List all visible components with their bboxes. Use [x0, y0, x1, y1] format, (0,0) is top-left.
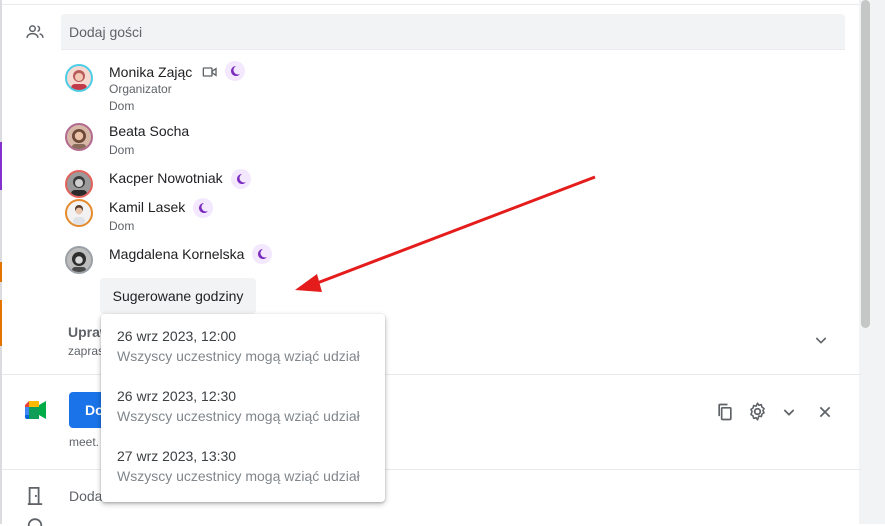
left-edge-mark: [0, 262, 2, 282]
suggested-times-button[interactable]: Sugerowane godziny: [100, 278, 256, 314]
gear-icon[interactable]: [747, 401, 768, 422]
left-edge-mark: [0, 142, 2, 190]
option-time: 26 wrz 2023, 12:00: [117, 328, 237, 344]
avatar: [65, 170, 93, 198]
guest-name: Monika Zając: [109, 64, 193, 80]
avatar: [65, 64, 93, 92]
guest-permissions-subtitle: zapras: [68, 344, 105, 358]
option-time: 27 wrz 2023, 13:30: [117, 448, 237, 464]
guest-item[interactable]: Beata Socha Dom: [65, 123, 265, 163]
google-meet-icon: [25, 401, 46, 419]
option-note: Wszyscy uczestnicy mogą wziąć udział: [117, 408, 360, 424]
moon-icon: [231, 169, 251, 189]
door-icon: [27, 487, 43, 505]
guest-role: Organizator: [109, 82, 172, 96]
guest-status: Dom: [109, 99, 135, 113]
guest-status: Dom: [109, 219, 135, 233]
avatar: [65, 199, 93, 227]
guest-item[interactable]: Kamil Lasek Dom: [65, 198, 265, 239]
option-note: Wszyscy uczestnicy mogą wziąć udział: [117, 348, 360, 364]
copy-icon[interactable]: [715, 402, 735, 422]
suggested-time-option[interactable]: 27 wrz 2023, 13:30 Wszyscy uczestnicy mo…: [101, 434, 385, 494]
moon-icon: [252, 244, 272, 264]
avatar: [65, 246, 93, 274]
guest-name: Magdalena Kornelska: [109, 246, 245, 262]
description-icon: [27, 518, 43, 526]
guest-status: Dom: [109, 143, 135, 157]
option-time: 26 wrz 2023, 12:30: [117, 388, 237, 404]
guest-name: Kamil Lasek: [109, 199, 186, 215]
top-divider: [2, 0, 859, 5]
option-note: Wszyscy uczestnicy mogą wziąć udział: [117, 468, 360, 484]
moon-icon: [225, 61, 245, 81]
avatar: [65, 123, 93, 151]
close-icon[interactable]: [817, 404, 833, 420]
video-camera-icon: [202, 67, 217, 77]
scrollbar-thumb[interactable]: [861, 0, 870, 328]
suggested-time-option[interactable]: 26 wrz 2023, 12:00 Wszyscy uczestnicy mo…: [101, 314, 385, 374]
meet-link[interactable]: meet.: [69, 435, 99, 449]
guest-name: Kacper Nowotniak: [109, 170, 223, 186]
guest-name: Beata Socha: [109, 123, 190, 139]
add-guests-input[interactable]: Dodaj gości: [61, 14, 845, 50]
chevron-down-icon[interactable]: [813, 332, 829, 348]
people-icon: [26, 25, 44, 38]
guest-item[interactable]: Monika Zając Organizator Dom: [65, 61, 265, 113]
add-room-field[interactable]: Doda: [69, 488, 102, 504]
moon-icon: [193, 198, 213, 218]
left-edge-mark: [0, 300, 2, 346]
suggested-times-menu: 26 wrz 2023, 12:00 Wszyscy uczestnicy mo…: [101, 314, 385, 502]
suggested-time-option[interactable]: 26 wrz 2023, 12:30 Wszyscy uczestnicy mo…: [101, 374, 385, 434]
chevron-down-icon[interactable]: [781, 404, 797, 420]
